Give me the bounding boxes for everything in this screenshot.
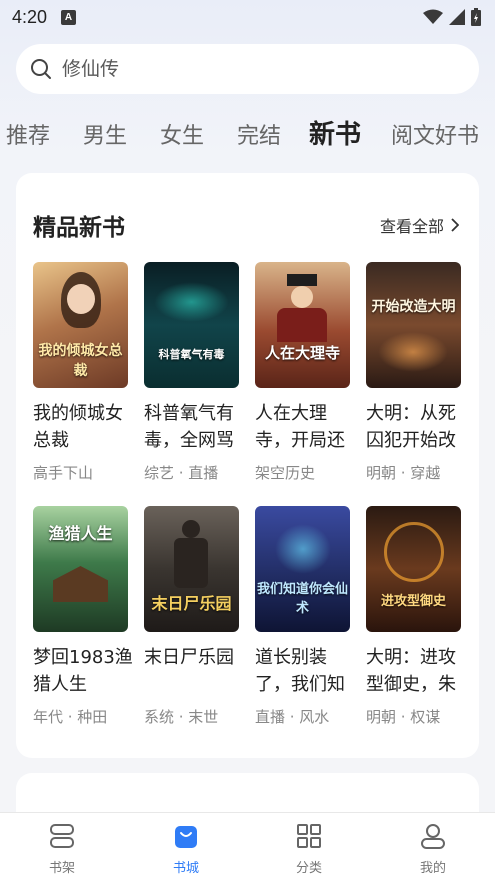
book-tags: 年代 · 种田 (33, 708, 108, 726)
book-item[interactable]: 开始改造大明 大明：从死囚犯开始改 明朝 · 穿越 (366, 262, 466, 483)
nav-label: 书架 (48, 861, 75, 876)
notification-icon: A (61, 9, 77, 25)
book-tags: 架空历史 (255, 464, 316, 482)
book-title: 大明：从死囚犯开始改 (366, 403, 456, 451)
section-title: 精品新书 (33, 215, 125, 241)
book-title: 科普氧气有毒，全网骂 (144, 403, 234, 451)
book-title: 我的倾城女总裁 (33, 403, 123, 451)
cover-title: 我的倾城女总裁 (38, 343, 123, 379)
book-cover[interactable]: 我们知道你会仙术 (255, 506, 350, 632)
nav-bookstore[interactable]: 书城 (156, 821, 216, 876)
cover-title: 我们知道你会仙术 (256, 582, 348, 616)
cover-title: 开始改造大明 (371, 299, 456, 315)
book-item[interactable]: 末日尸乐园 末日尸乐园 系统 · 末世 (144, 506, 244, 727)
book-cover[interactable]: 我的倾城女总裁 (33, 262, 128, 388)
tab-male[interactable]: 男生 (83, 118, 127, 150)
book-tags: 直播 · 风水 (255, 708, 330, 726)
cover-title: 进攻型御史 (380, 594, 446, 609)
book-tags: 高手下山 (33, 464, 94, 482)
status-bar: 4:20 A (0, 0, 495, 34)
book-tags: 综艺 · 直播 (144, 464, 219, 482)
book-cover[interactable]: 人在大理寺 (255, 262, 350, 388)
nav-profile[interactable]: 我的 (403, 821, 463, 876)
book-title: 大明：进攻型御史，朱 (366, 647, 456, 695)
search-bar[interactable] (16, 44, 479, 94)
category-icon (297, 824, 321, 848)
book-tags: 明朝 · 穿越 (366, 464, 441, 482)
tab-female[interactable]: 女生 (160, 118, 204, 150)
wifi-icon (423, 9, 443, 24)
book-item[interactable]: 渔猎人生 梦回1983渔猎人生 年代 · 种田 (33, 506, 133, 727)
book-title: 末日尸乐园 (144, 647, 234, 668)
search-icon (31, 59, 51, 79)
profile-icon (421, 824, 445, 849)
status-indicators (423, 8, 481, 26)
tab-yuewen-picks[interactable]: 阅文好书 (391, 118, 479, 150)
tab-completed[interactable]: 完结 (237, 118, 281, 150)
category-tabs: 推荐 男生 女生 完结 新书 阅文好书 (0, 110, 495, 156)
book-cover[interactable]: 进攻型御史 (366, 506, 461, 632)
view-all-label: 查看全部 (379, 217, 444, 236)
view-all-link[interactable]: 查看全部 (380, 213, 459, 237)
battery-icon (471, 8, 481, 26)
nav-label: 我的 (419, 861, 446, 876)
book-cover[interactable]: 开始改造大明 (366, 262, 461, 388)
book-item[interactable]: 科普氧气有毒 科普氧气有毒，全网骂 综艺 · 直播 (144, 262, 244, 483)
cover-title: 末日尸乐园 (151, 594, 232, 613)
cover-title: 人在大理寺 (264, 344, 340, 362)
signal-icon (449, 9, 465, 25)
nav-bookshelf[interactable]: 书架 (32, 821, 92, 876)
nav-category[interactable]: 分类 (279, 821, 339, 876)
book-item[interactable]: 我们知道你会仙术 道长别装了，我们知 直播 · 风水 (255, 506, 355, 727)
book-tags: 系统 · 末世 (144, 708, 219, 726)
book-title: 道长别装了，我们知 (255, 647, 345, 695)
book-cover[interactable]: 科普氧气有毒 (144, 262, 239, 388)
new-books-card: 精品新书 查看全部 我的倾城女总裁 我的倾城女总裁 高手下山 科普氧气有毒 科普… (16, 173, 479, 758)
cover-title: 科普氧气有毒 (158, 348, 225, 361)
book-item[interactable]: 我的倾城女总裁 我的倾城女总裁 高手下山 (33, 262, 133, 483)
bookshelf-icon (50, 824, 74, 848)
book-title: 人在大理寺，开局还 (255, 403, 345, 451)
tab-recommend[interactable]: 推荐 (6, 118, 50, 150)
bookstore-icon (175, 826, 197, 848)
book-tags: 明朝 · 权谋 (366, 708, 441, 726)
book-cover[interactable]: 渔猎人生 (33, 506, 128, 632)
bottom-nav: 书架 书城 分类 我的 (0, 812, 495, 880)
status-time: 4:20 (12, 6, 48, 27)
tab-new-books[interactable]: 新书 (309, 114, 361, 151)
book-cover[interactable]: 末日尸乐园 (144, 506, 239, 632)
book-item[interactable]: 进攻型御史 大明：进攻型御史，朱 明朝 · 权谋 (366, 506, 466, 727)
nav-label: 书城 (172, 861, 199, 876)
book-item[interactable]: 人在大理寺 人在大理寺，开局还 架空历史 (255, 262, 355, 483)
chevron-right-icon (451, 218, 459, 232)
search-input[interactable] (62, 58, 442, 80)
book-title: 梦回1983渔猎人生 (33, 647, 133, 695)
cover-title: 渔猎人生 (48, 524, 113, 543)
nav-label: 分类 (295, 861, 322, 876)
